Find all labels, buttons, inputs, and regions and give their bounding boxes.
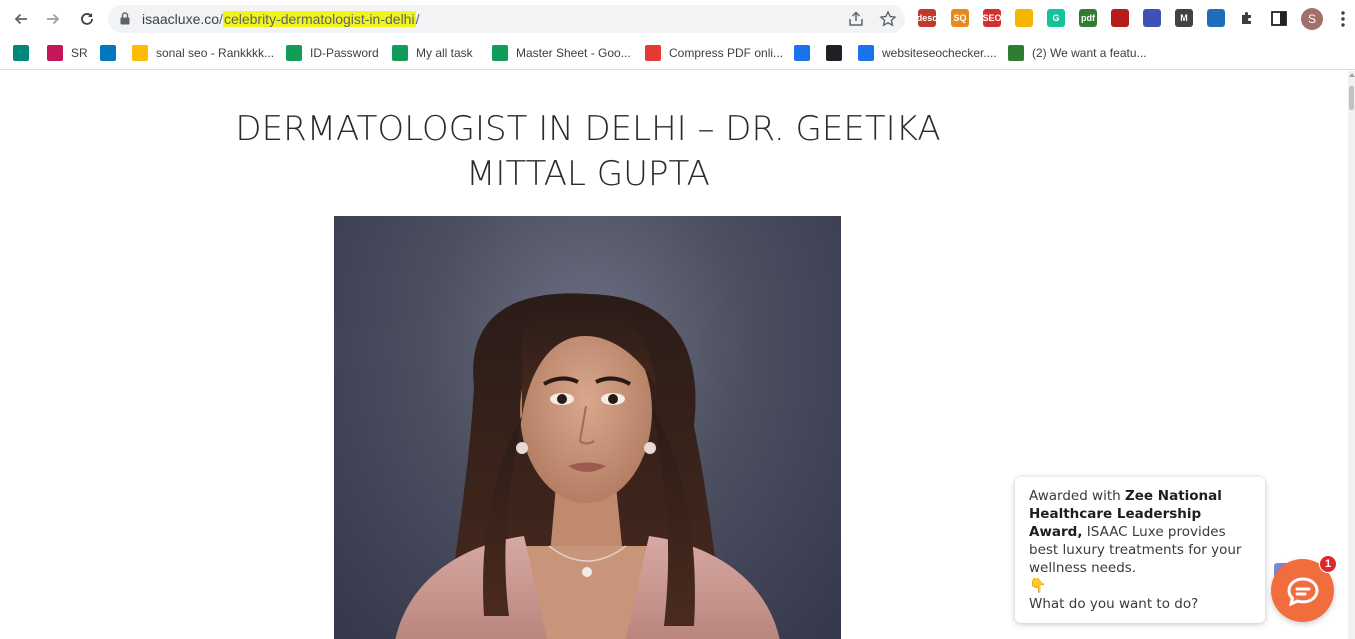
bookmark-websiteseochecker-icon: [858, 45, 874, 61]
url-trailing-slash: /: [415, 11, 420, 27]
reload-icon: [81, 13, 93, 25]
chat-intro-text: Awarded with: [1029, 488, 1125, 504]
back-arrow-icon: [14, 13, 27, 25]
chat-question-text: What do you want to do?: [1029, 596, 1199, 612]
grammarly-icon[interactable]: G: [1047, 9, 1065, 27]
scraper-extension-icon[interactable]: [1207, 9, 1225, 27]
bookmark-feature-request[interactable]: (2) We want a featu...: [1008, 43, 1147, 63]
seo-quake-icon[interactable]: SQ: [951, 9, 969, 27]
bookmark-compress-pdf-icon: [645, 45, 661, 61]
share-icon[interactable]: [847, 10, 865, 28]
bookmark-star-icon[interactable]: [879, 10, 897, 28]
browser-toolbar: isaacluxe.co /celebrity-dermatologist-in-…: [0, 0, 1355, 37]
bookmark-my-all-task[interactable]: My all task: [392, 43, 473, 63]
chat-notification-badge: 1: [1319, 555, 1337, 573]
bookmark-maps-icon: [794, 45, 810, 61]
color-picker-icon[interactable]: [1143, 9, 1161, 27]
doctor-portrait-image: [334, 216, 841, 639]
pointing-hand-icon: 👇: [1029, 578, 1047, 594]
bookmark-websiteseochecker[interactable]: websiteseochecker....: [858, 43, 997, 63]
bookmark-master-sheet[interactable]: Master Sheet - Goo...: [492, 43, 631, 63]
page-title: DERMATOLOGIST IN DELHI – DR. GEETIKA MIT…: [235, 109, 941, 194]
url-domain: isaacluxe.co: [142, 11, 220, 27]
seo-extension-icon[interactable]: SEO: [983, 9, 1002, 27]
bookmark-meet-icon: [13, 45, 29, 61]
menu-kebab-icon[interactable]: [1337, 10, 1349, 28]
heart-extension-icon[interactable]: [1111, 9, 1129, 27]
bookmark-label: Compress PDF onli...: [669, 46, 784, 60]
bookmark-label: ID-Password: [310, 46, 379, 60]
bookmark-sonal-seo-icon: [132, 45, 148, 61]
bookmark-my-all-task-icon: [392, 45, 408, 61]
url-text[interactable]: isaacluxe.co /celebrity-dermatologist-in-…: [142, 11, 419, 27]
mail-extension-icon[interactable]: M: [1175, 9, 1193, 27]
url-path-highlight: celebrity-dermatologist-in-delhi: [222, 11, 416, 27]
side-panel-icon[interactable]: [1271, 11, 1287, 26]
keep-icon[interactable]: [1015, 9, 1033, 27]
bookmark-sonal-seo[interactable]: sonal seo - Rankkkk...: [132, 43, 274, 63]
bookmark-id-password-icon: [286, 45, 302, 61]
bookmark-trello-icon: [100, 45, 116, 61]
bookmark-analytics[interactable]: [826, 43, 850, 63]
bookmark-label: (2) We want a featu...: [1032, 46, 1147, 60]
portrait-illustration: [395, 293, 780, 639]
back-button[interactable]: [9, 7, 33, 31]
extensions-puzzle-icon[interactable]: [1239, 10, 1256, 27]
forward-button[interactable]: [41, 7, 65, 31]
bookmark-sr[interactable]: SR: [47, 43, 88, 63]
reload-button[interactable]: [75, 7, 99, 31]
bookmark-label: My all task: [416, 46, 473, 60]
profile-avatar[interactable]: S: [1301, 8, 1323, 30]
bookmark-label: Master Sheet - Goo...: [516, 46, 631, 60]
forward-arrow-icon: [47, 13, 60, 25]
bookmark-label: sonal seo - Rankkkk...: [156, 46, 275, 60]
bookmark-id-password[interactable]: ID-Password: [286, 43, 379, 63]
bookmark-analytics-icon: [826, 45, 842, 61]
pdf-extension-icon[interactable]: pdf: [1079, 9, 1097, 27]
lock-icon: [120, 12, 130, 25]
scroll-up-arrow-icon[interactable]: [1349, 73, 1355, 77]
chat-welcome-bubble[interactable]: Awarded with Zee National Healthcare Lea…: [1015, 477, 1265, 623]
bookmark-label: websiteseochecker....: [882, 46, 997, 60]
bookmark-trello[interactable]: [100, 43, 124, 63]
page-scrollbar[interactable]: [1348, 71, 1355, 639]
desc-extension-icon[interactable]: desc: [917, 9, 937, 27]
bookmark-compress-pdf[interactable]: Compress PDF onli...: [645, 43, 783, 63]
bookmarks-bar: SR sonal seo - Rankkkk... ID-Password My al…: [0, 37, 1355, 70]
bookmark-meet[interactable]: [13, 43, 37, 63]
chat-bubble-icon: [1286, 576, 1319, 606]
bookmark-master-sheet-icon: [492, 45, 508, 61]
address-bar[interactable]: isaacluxe.co /celebrity-dermatologist-in-…: [108, 5, 905, 33]
bookmark-maps[interactable]: [794, 43, 818, 63]
bookmark-label: SR: [71, 46, 88, 60]
bookmark-sr-icon: [47, 45, 63, 61]
scrollbar-thumb[interactable]: [1349, 86, 1354, 110]
bookmark-feature-request-icon: [1008, 45, 1024, 61]
